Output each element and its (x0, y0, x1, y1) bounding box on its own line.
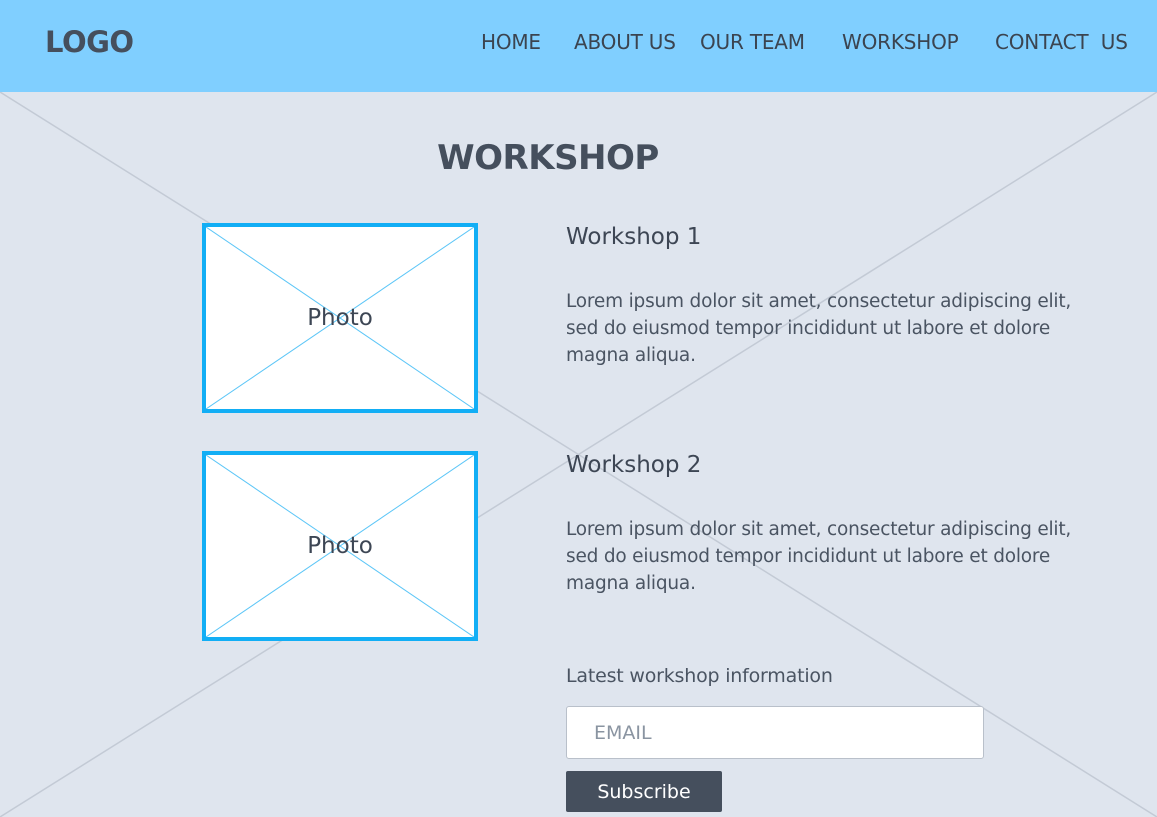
photo-label: Photo (307, 305, 373, 331)
page-title: WORKSHOP (437, 138, 659, 178)
logo[interactable]: LOGO (45, 25, 134, 59)
nav-item-contact-us[interactable]: CONTACT US (995, 30, 1128, 54)
photo-label: Photo (307, 533, 373, 559)
workshop-photo-placeholder: Photo (202, 451, 478, 641)
nav-item-our-team[interactable]: OUR TEAM (700, 30, 805, 54)
workshop-description: Lorem ipsum dolor sit amet, consectetur … (566, 519, 1072, 594)
page: LOGO HOME ABOUT US OUR TEAM WORKSHOP CON… (0, 0, 1157, 817)
workshop-description: Lorem ipsum dolor sit amet, consectetur … (566, 291, 1072, 366)
subscribe-button[interactable]: Subscribe (566, 771, 722, 812)
newsletter-label: Latest workshop information (566, 665, 833, 687)
workshop-photo-placeholder: Photo (202, 223, 478, 413)
nav-item-about-us[interactable]: ABOUT US (574, 30, 676, 54)
site-header: LOGO HOME ABOUT US OUR TEAM WORKSHOP CON… (0, 0, 1157, 92)
workshop-title: Workshop 2 (566, 452, 702, 478)
workshop-title: Workshop 1 (566, 224, 702, 250)
email-field[interactable] (566, 706, 984, 759)
nav-item-workshop[interactable]: WORKSHOP (842, 30, 959, 54)
nav-item-home[interactable]: HOME (481, 30, 541, 54)
